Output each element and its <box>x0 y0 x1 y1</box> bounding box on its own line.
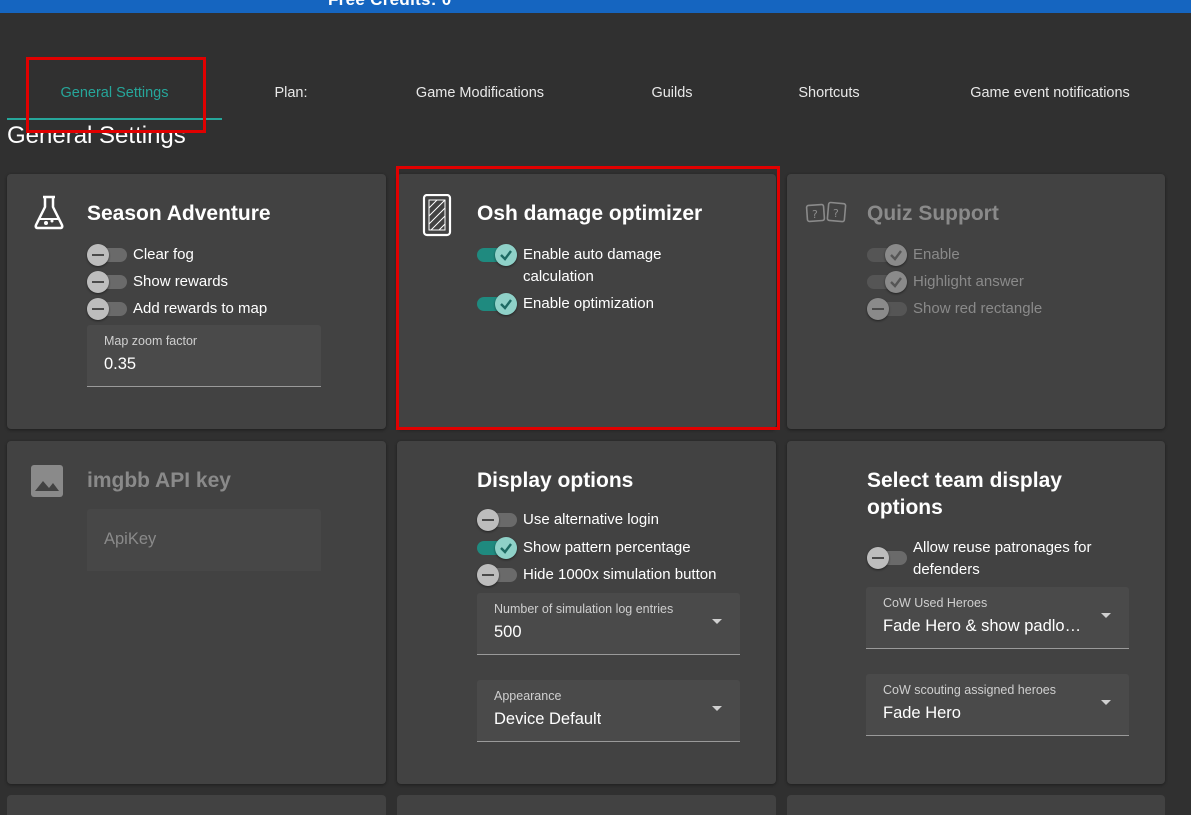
card-title: Display options <box>477 469 634 492</box>
api-key-input[interactable]: ApiKey <box>87 509 321 571</box>
card-title: Select team display options <box>867 469 1062 519</box>
option-label: Show rewards <box>133 273 229 290</box>
simulation-log-entries-select[interactable]: Number of simulation log entries 500 <box>477 593 740 655</box>
clear-fog-toggle[interactable] <box>87 244 127 266</box>
select-value: Device Default <box>494 710 602 728</box>
section-title: General Settings <box>7 122 186 149</box>
option-label: Highlight answer <box>913 273 1024 290</box>
highlight-answer-toggle[interactable] <box>867 271 907 293</box>
chevron-down-icon[interactable] <box>712 706 722 711</box>
pattern-percentage-toggle[interactable] <box>477 537 517 559</box>
select-value: Fade Hero & show padlo… <box>883 617 1082 635</box>
quiz-icon: ? ? <box>805 200 849 226</box>
pattern-percentage-option[interactable]: Show pattern percentage <box>477 537 691 561</box>
settings-tabs: General Settings Plan: Game Modification… <box>0 70 1191 120</box>
tab-shortcuts[interactable]: Shortcuts <box>765 70 893 120</box>
option-label: Allow reuse patronages for defenders <box>913 539 1092 578</box>
imgbb-api-key-card: imgbb API key ApiKey <box>7 441 386 784</box>
option-label: Hide 1000x simulation button <box>523 566 717 583</box>
hide-simulation-option[interactable]: Hide 1000x simulation button <box>477 564 716 588</box>
option-label: Enable <box>913 246 960 263</box>
hide-simulation-toggle[interactable] <box>477 564 517 586</box>
chevron-down-icon[interactable] <box>1101 700 1111 705</box>
add-rewards-toggle[interactable] <box>87 298 127 320</box>
cow-used-heroes-select[interactable]: CoW Used Heroes Fade Hero & show padlo… <box>866 587 1129 649</box>
option-label: Enable optimization <box>523 295 654 312</box>
clear-fog-option[interactable]: Clear fog <box>87 244 194 268</box>
tab-plan[interactable]: Plan: <box>222 70 360 120</box>
tab-guilds[interactable]: Guilds <box>610 70 734 120</box>
flask-icon <box>29 192 69 232</box>
map-zoom-factor-field[interactable]: Map zoom factor 0.35 <box>87 325 321 387</box>
show-rewards-option[interactable]: Show rewards <box>87 271 228 295</box>
tab-game-event-notifications[interactable]: Game event notifications <box>945 70 1155 120</box>
select-value: Fade Hero <box>883 704 961 722</box>
appearance-select[interactable]: Appearance Device Default <box>477 680 740 742</box>
next-row-card <box>7 795 386 815</box>
show-red-rectangle-toggle[interactable] <box>867 298 907 320</box>
next-row-card <box>397 795 776 815</box>
highlight-answer-option[interactable]: Highlight answer <box>867 271 1024 295</box>
reuse-patronages-option[interactable]: Allow reuse patronages for defenders <box>867 537 1091 583</box>
reuse-patronages-toggle[interactable] <box>867 547 907 569</box>
tab-game-modifications[interactable]: Game Modifications <box>380 70 580 120</box>
next-row-card <box>787 795 1165 815</box>
display-options-card: Display options Use alternative login Sh… <box>397 441 776 784</box>
auto-damage-option[interactable]: Enable auto damage calculation <box>477 244 661 290</box>
field-label: Number of simulation log entries <box>494 602 674 616</box>
api-key-placeholder: ApiKey <box>104 530 157 548</box>
field-label: CoW scouting assigned heroes <box>883 683 1057 697</box>
card-icon <box>421 193 453 238</box>
select-value: 500 <box>494 623 522 641</box>
alternative-login-toggle[interactable] <box>477 509 517 531</box>
field-label: Appearance <box>494 689 562 703</box>
image-icon <box>29 463 65 499</box>
osh-damage-optimizer-card: Osh damage optimizer Enable auto damage c… <box>397 174 776 429</box>
show-rewards-toggle[interactable] <box>87 271 127 293</box>
svg-text:?: ? <box>833 207 839 220</box>
card-title: imgbb API key <box>87 469 231 492</box>
field-label: Map zoom factor <box>104 334 198 348</box>
optimization-toggle[interactable] <box>477 293 517 315</box>
credits-label: Free Credits: 0 <box>328 0 452 10</box>
optimization-option[interactable]: Enable optimization <box>477 293 654 317</box>
cow-scouting-heroes-select[interactable]: CoW scouting assigned heroes Fade Hero <box>866 674 1129 736</box>
option-label: Show pattern percentage <box>523 539 691 556</box>
top-bar: Free Credits: 0 <box>0 0 1191 13</box>
chevron-down-icon[interactable] <box>1101 613 1111 618</box>
card-title: Quiz Support <box>867 202 999 225</box>
tab-general-settings[interactable]: General Settings <box>7 70 222 120</box>
card-title: Osh damage optimizer <box>477 202 703 225</box>
option-label: Use alternative login <box>523 511 659 528</box>
quiz-support-card: ? ? Quiz Support Enable Highlight answer… <box>787 174 1165 429</box>
option-label: Show red rectangle <box>913 300 1043 317</box>
active-tab-indicator <box>7 118 222 120</box>
team-display-options-card: Select team display options Allow reuse p… <box>787 441 1165 784</box>
chevron-down-icon[interactable] <box>712 619 722 624</box>
show-red-rectangle-option[interactable]: Show red rectangle <box>867 298 1042 322</box>
add-rewards-option[interactable]: Add rewards to map <box>87 298 267 322</box>
quiz-enable-option[interactable]: Enable <box>867 244 960 268</box>
field-value[interactable]: 0.35 <box>104 355 136 374</box>
svg-text:?: ? <box>812 208 818 221</box>
field-label: CoW Used Heroes <box>883 596 988 610</box>
season-adventure-card: Season Adventure Clear fog Show rewards … <box>7 174 386 429</box>
quiz-enable-toggle[interactable] <box>867 244 907 266</box>
option-label: Add rewards to map <box>133 300 268 317</box>
card-title: Season Adventure <box>87 202 271 225</box>
option-label: Enable auto damage calculation <box>523 246 662 285</box>
alternative-login-option[interactable]: Use alternative login <box>477 509 659 533</box>
auto-damage-toggle[interactable] <box>477 244 517 266</box>
option-label: Clear fog <box>133 246 194 263</box>
